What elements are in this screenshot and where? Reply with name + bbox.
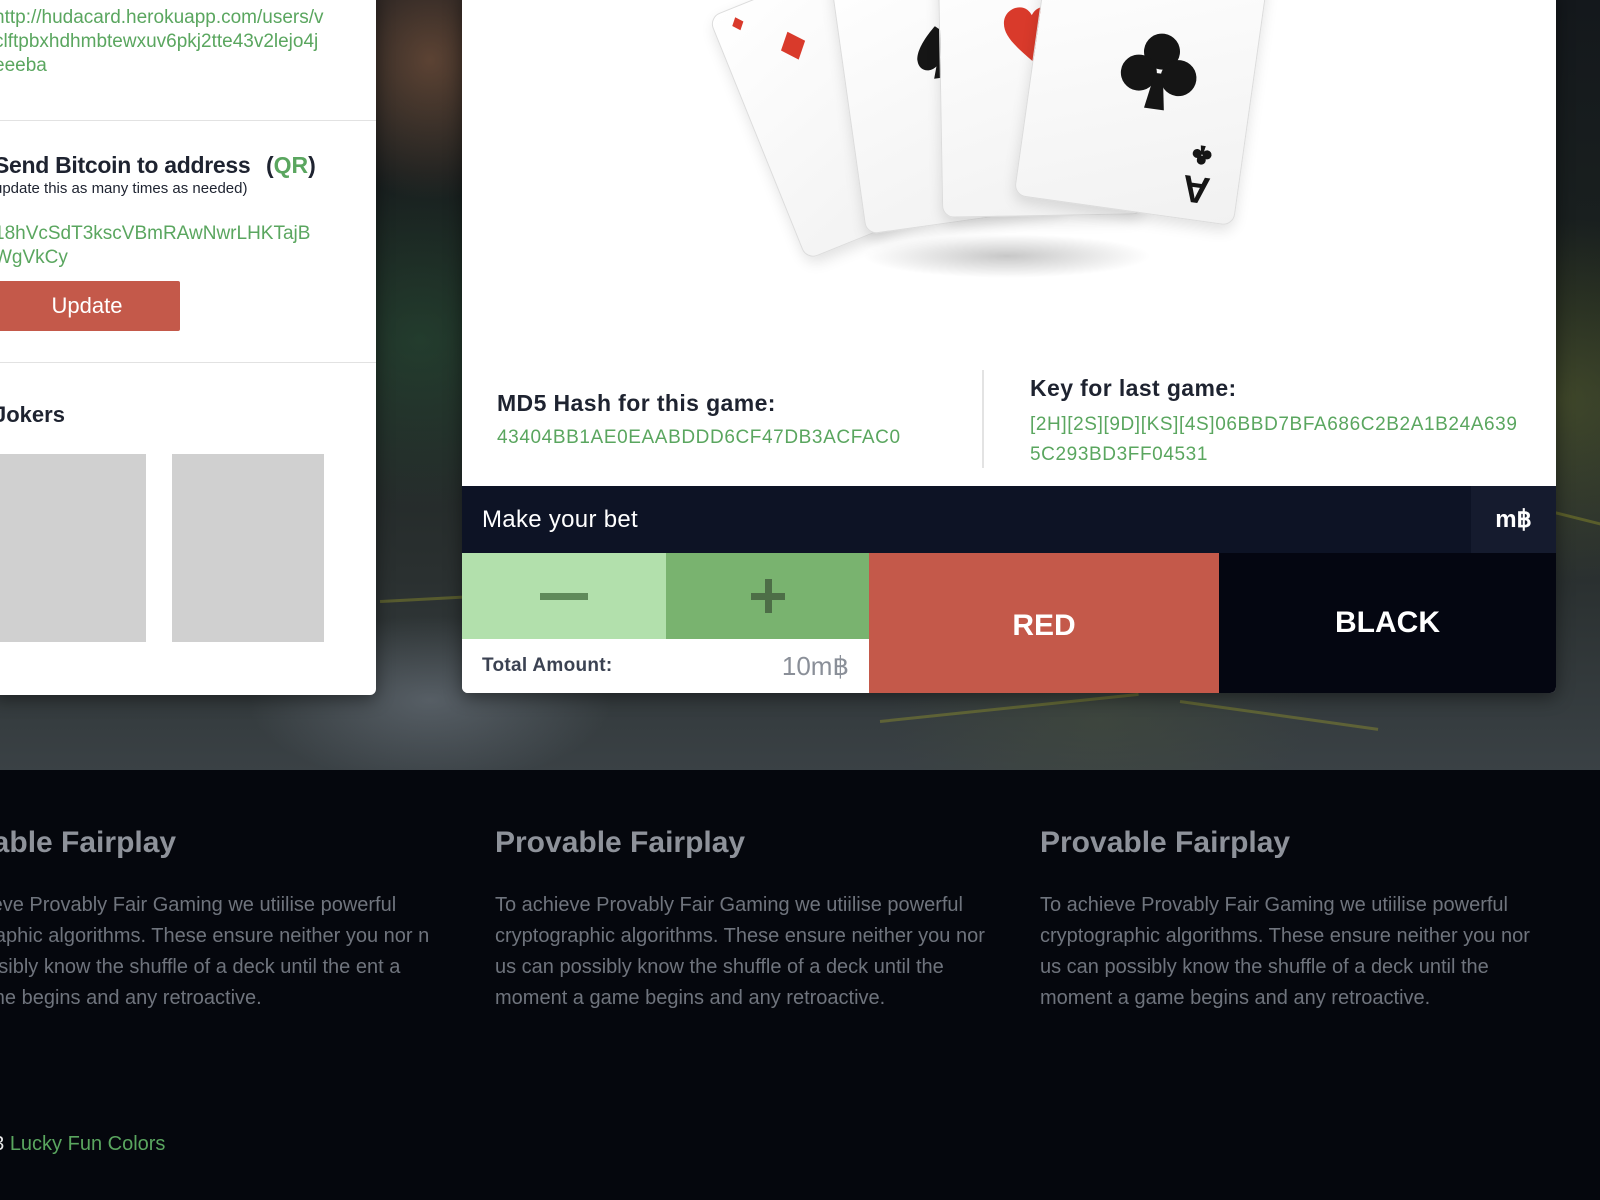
feature-body: To achieve Provably Fair Gaming we utiil… [1040,894,1530,1009]
divider [0,120,376,121]
copyright: 13 Lucky Fun Colors [0,1133,165,1156]
last-game-key-value: [2H][2S][9D][KS][4S]06BBD7BFA686C2B2A1B2… [1030,414,1518,465]
last-game-key-title: Key for last game: [1030,375,1237,401]
bet-header: Make your bet m฿ [462,486,1556,553]
divider [982,370,984,468]
bet-title: Make your bet [482,506,638,533]
update-button[interactable]: Update [0,281,180,331]
bet-black-button[interactable]: BLACK [1219,553,1556,693]
qr-link[interactable]: QR [274,152,309,178]
joker-slot[interactable] [172,454,324,642]
club-icon [1192,145,1212,165]
minus-icon [540,592,588,600]
send-bitcoin-subtitle: update this as many times as needed) [0,180,248,197]
qr-link-wrapper: (QR) [266,152,316,179]
feature-title: vable Fairplay [0,826,177,859]
qr-close-paren: ) [308,152,316,178]
account-panel: http://hudacard.herokuapp.com/users/vclf… [0,0,376,695]
brand-link[interactable]: Lucky Fun Colors [10,1133,166,1155]
last-game-key-block: Key for last game: [2H][2S][9D][KS][4S]0… [1030,375,1520,470]
divider [0,362,376,363]
plus-icon [750,579,785,613]
bet-red-button[interactable]: RED [869,553,1219,693]
diamond-icon [781,31,806,60]
playing-card: A [1013,0,1269,227]
md5-hash-title: MD5 Hash for this game: [497,390,776,416]
feature-body: To achieve Provably Fair Gaming we utiil… [495,894,985,1009]
total-amount-value: 10m฿ [781,651,849,681]
total-amount-label: Total Amount: [482,655,613,676]
increase-bet-button[interactable] [666,553,869,639]
diamond-icon [732,17,744,31]
feature-body: chieve Provably Fair Gaming we utiilise … [0,894,430,1009]
send-bitcoin-title: Send Bitcoin to address [0,152,251,178]
md5-hash-value: 43404BB1AE0EAABDDD6CF47DB3ACFAC0 [497,427,901,448]
game-panel: A MD5 Hash for this game: 43404BB1AE0EAA… [462,0,1556,693]
jokers-title: Jokers [0,402,65,427]
feature-title: Provable Fairplay [495,826,746,859]
card-rank: A [1179,165,1213,212]
qr-open-paren: ( [266,152,274,178]
felt-line [879,692,1139,723]
feature-title: Provable Fairplay [1040,826,1291,859]
copyright-year: 13 [0,1133,4,1155]
user-url-link[interactable]: http://hudacard.herokuapp.com/users/vclf… [0,6,324,78]
feature-column: vable Fairplay chieve Provably Fair Gami… [0,826,456,1014]
felt-line [1179,700,1379,731]
bet-unit-toggle[interactable]: m฿ [1471,486,1556,553]
md5-hash-block: MD5 Hash for this game: 43404BB1AE0EAABD… [497,390,901,449]
total-amount-row: Total Amount: 10m฿ [462,639,869,693]
decrease-bet-button[interactable] [462,553,666,639]
feature-column: Provable Fairplay To achieve Provably Fa… [495,826,985,1014]
felt-line [379,595,470,603]
joker-slot[interactable] [0,454,146,642]
card-shadow [862,234,1152,278]
card-hand: A [462,0,1556,330]
club-icon [1120,33,1197,111]
bitcoin-address: 18hVcSdT3kscVBmRAwNwrLHKTajBWgVkCy [0,223,311,268]
feature-column: Provable Fairplay To achieve Provably Fa… [1040,826,1530,1014]
